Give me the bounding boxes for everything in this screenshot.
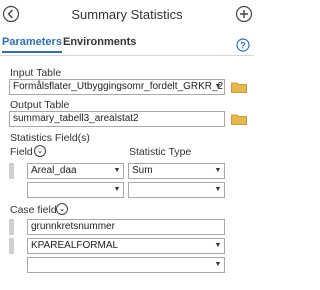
folder-icon[interactable] bbox=[231, 113, 247, 125]
chevron-down-icon[interactable]: ⌄ bbox=[56, 203, 68, 215]
row-drag-handle[interactable] bbox=[9, 238, 14, 254]
svg-text:?: ? bbox=[240, 41, 246, 51]
output-table-value: summary_tabell3_arealstat2 bbox=[13, 113, 139, 124]
statistic-type-header: Statistic Type bbox=[129, 146, 192, 158]
statistics-field-select[interactable]: Areal_daa ▼ bbox=[27, 163, 124, 179]
input-table-label: Input Table bbox=[10, 67, 62, 79]
chevron-down-icon[interactable]: ▼ bbox=[214, 258, 222, 272]
row-drag-handle[interactable] bbox=[9, 163, 14, 179]
chevron-down-icon[interactable]: ▼ bbox=[214, 239, 222, 253]
case-field-label: Case field bbox=[10, 204, 57, 216]
statistic-type-select[interactable]: ▼ bbox=[128, 182, 225, 198]
tab-parameters[interactable]: Parameters bbox=[2, 36, 62, 53]
row-drag-handle[interactable] bbox=[9, 219, 14, 235]
plus-icon[interactable] bbox=[235, 5, 253, 23]
page-title: Summary Statistics bbox=[71, 7, 183, 22]
statistics-field-select[interactable]: ▼ bbox=[27, 182, 124, 198]
chevron-down-icon[interactable]: ▼ bbox=[214, 164, 222, 178]
chevron-down-icon[interactable]: ▼ bbox=[113, 164, 121, 178]
case-field-value: grunnkretsnummer bbox=[31, 221, 115, 232]
statistic-type-select[interactable]: Sum ▼ bbox=[128, 163, 225, 179]
case-field-select[interactable]: KPAREALFORMAL ▼ bbox=[27, 238, 225, 254]
chevron-down-icon[interactable]: ▼ bbox=[113, 183, 121, 197]
tab-bar: Parameters Environments bbox=[0, 34, 254, 56]
chevron-down-icon[interactable]: ⌄ bbox=[34, 145, 46, 157]
folder-icon[interactable] bbox=[231, 81, 247, 93]
field-column-header: Field bbox=[10, 146, 33, 158]
statistics-fields-label: Statistics Field(s) bbox=[10, 132, 90, 144]
case-field-value: KPAREALFORMAL bbox=[31, 240, 119, 251]
statistic-type-value: Sum bbox=[132, 165, 153, 176]
help-icon[interactable]: ? bbox=[236, 38, 250, 52]
chevron-down-icon[interactable]: ▼ bbox=[214, 183, 222, 197]
chevron-down-icon[interactable]: ▼ bbox=[214, 80, 222, 94]
case-field-select[interactable]: ▼ bbox=[27, 257, 225, 273]
output-table-field[interactable]: summary_tabell3_arealstat2 bbox=[9, 111, 225, 127]
input-table-field[interactable]: Formålsflater_Utbyggingsomr_fordelt_GRKR… bbox=[9, 79, 225, 95]
output-table-label: Output Table bbox=[10, 99, 70, 111]
input-table-value: Formålsflater_Utbyggingsomr_fordelt_GRKR… bbox=[13, 81, 224, 92]
statistics-field-value: Areal_daa bbox=[31, 165, 77, 176]
tool-header: Summary Statistics bbox=[0, 0, 254, 32]
tab-environments[interactable]: Environments bbox=[63, 36, 136, 48]
case-field-select[interactable]: grunnkretsnummer bbox=[27, 219, 225, 235]
